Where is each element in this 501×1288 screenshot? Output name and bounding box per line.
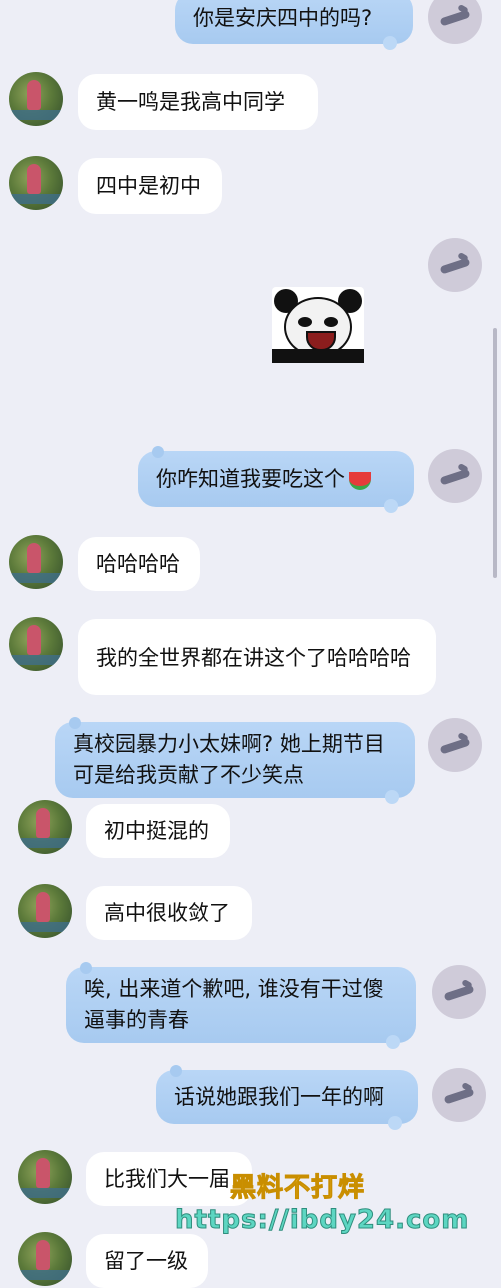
avatar-contact[interactable] <box>18 1232 72 1286</box>
bubble-decoration <box>388 1116 402 1130</box>
message-text: 高中很收敛了 <box>104 900 230 925</box>
message-bubble-outgoing[interactable]: 话说她跟我们一年的啊 <box>156 1065 418 1130</box>
chat-window: 你是安庆四中的吗? 黄一鸣是我高中同学 四中是初中 你咋知道我要吃这个 哈哈哈哈 <box>0 0 501 1288</box>
message-text: 留了一级 <box>104 1248 188 1273</box>
message-bubble-incoming[interactable]: 四中是初中 <box>78 158 222 214</box>
bubble-decoration <box>152 446 164 458</box>
message-bubble-outgoing[interactable]: 你是安庆四中的吗? <box>175 0 413 50</box>
avatar-self[interactable] <box>432 1068 486 1122</box>
message-bubble-outgoing[interactable]: 唉, 出来道个歉吧, 谁没有干过傻逼事的青春 <box>66 962 416 1049</box>
message-bubble-outgoing[interactable]: 真校园暴力小太妹啊? 她上期节目可是给我贡献了不少笑点 <box>55 717 415 804</box>
bubble-decoration <box>170 1065 182 1077</box>
message-text: 话说她跟我们一年的啊 <box>174 1084 384 1109</box>
avatar-self[interactable] <box>428 238 482 292</box>
bubble-decoration <box>384 499 398 513</box>
bubble-decoration <box>385 790 399 804</box>
scrollbar[interactable] <box>493 328 497 578</box>
bubble-decoration <box>69 717 81 729</box>
avatar-self[interactable] <box>428 0 482 44</box>
avatar-contact[interactable] <box>9 535 63 589</box>
panda-laughing-sticker[interactable] <box>272 287 364 363</box>
watermark-text: 黑料不打烊 <box>229 1173 366 1204</box>
message-bubble-incoming[interactable]: 我的全世界都在讲这个了哈哈哈哈 <box>78 619 436 695</box>
message-text: 唉, 出来道个歉吧, 谁没有干过傻逼事的青春 <box>84 977 384 1032</box>
message-text: 黄一鸣是我高中同学 <box>96 89 285 114</box>
avatar-contact[interactable] <box>9 72 63 126</box>
avatar-contact[interactable] <box>9 617 63 671</box>
message-text: 你是安庆四中的吗? <box>193 5 373 30</box>
message-text: 初中挺混的 <box>104 818 209 843</box>
panda-mouth <box>306 331 336 351</box>
message-bubble-incoming[interactable]: 哈哈哈哈 <box>78 537 200 591</box>
avatar-contact[interactable] <box>18 800 72 854</box>
avatar-contact[interactable] <box>18 884 72 938</box>
message-text: 四中是初中 <box>96 173 201 198</box>
panda-face <box>284 297 352 357</box>
avatar-contact[interactable] <box>9 156 63 210</box>
message-text: 哈哈哈哈 <box>96 551 180 576</box>
bubble-decoration <box>80 962 92 974</box>
avatar-self[interactable] <box>428 718 482 772</box>
message-text: 比我们大一届 <box>104 1166 230 1191</box>
message-text: 真校园暴力小太妹啊? 她上期节目可是给我贡献了不少笑点 <box>73 732 385 787</box>
bubble-decoration <box>383 36 397 50</box>
panda-body <box>272 349 364 363</box>
message-text: 我的全世界都在讲这个了哈哈哈哈 <box>96 645 411 670</box>
watermark-url: https://ibdy24.com <box>174 1205 470 1236</box>
panda-eye <box>298 317 312 327</box>
message-text: 你咋知道我要吃这个 <box>156 466 345 491</box>
watermelon-emoji-icon <box>349 472 371 490</box>
panda-eye <box>324 317 338 327</box>
message-bubble-incoming[interactable]: 初中挺混的 <box>86 804 230 858</box>
message-bubble-incoming[interactable]: 高中很收敛了 <box>86 886 252 940</box>
avatar-self[interactable] <box>432 965 486 1019</box>
avatar-self[interactable] <box>428 449 482 503</box>
bubble-decoration <box>386 1035 400 1049</box>
message-bubble-incoming[interactable]: 黄一鸣是我高中同学 <box>78 74 318 130</box>
message-bubble-incoming[interactable]: 比我们大一届 <box>86 1152 252 1206</box>
message-bubble-outgoing[interactable]: 你咋知道我要吃这个 <box>138 446 414 513</box>
avatar-contact[interactable] <box>18 1150 72 1204</box>
